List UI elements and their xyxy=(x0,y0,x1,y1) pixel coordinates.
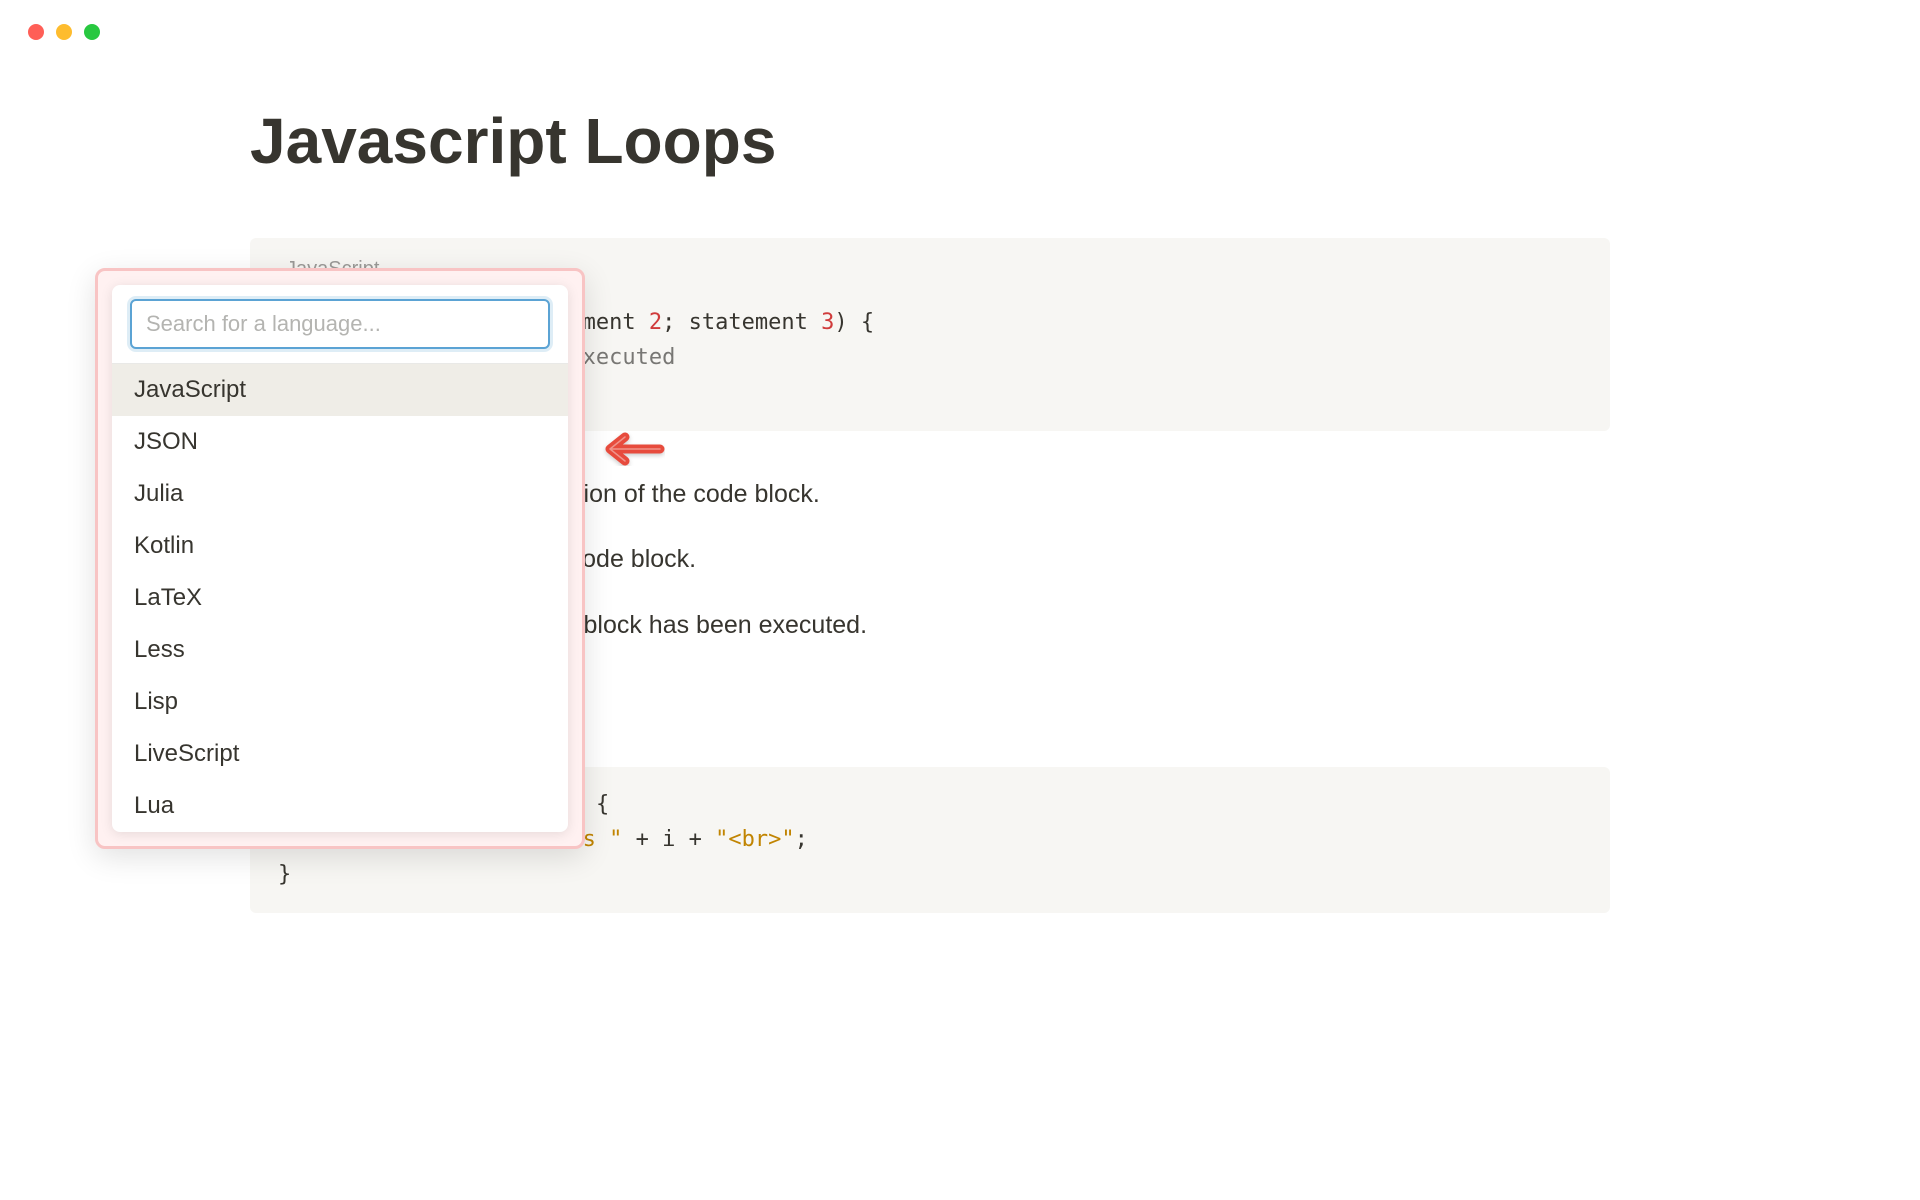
language-option-latex[interactable]: LaTeX xyxy=(112,572,568,624)
window-controls xyxy=(0,0,1920,64)
language-dropdown-inner: JavaScript JSON Julia Kotlin LaTeX Less … xyxy=(112,285,568,832)
language-option-json[interactable]: JSON xyxy=(112,416,568,468)
arrow-annotation xyxy=(590,425,665,478)
search-wrapper xyxy=(112,285,568,364)
language-option-lua[interactable]: Lua xyxy=(112,780,568,832)
language-option-kotlin[interactable]: Kotlin xyxy=(112,520,568,572)
language-option-lisp[interactable]: Lisp xyxy=(112,676,568,728)
maximize-window-button[interactable] xyxy=(84,24,100,40)
language-option-javascript[interactable]: JavaScript xyxy=(112,364,568,416)
arrow-left-icon xyxy=(590,425,665,473)
language-option-julia[interactable]: Julia xyxy=(112,468,568,520)
close-window-button[interactable] xyxy=(28,24,44,40)
language-dropdown-list: JavaScript JSON Julia Kotlin LaTeX Less … xyxy=(112,364,568,832)
language-option-livescript[interactable]: LiveScript xyxy=(112,728,568,780)
language-dropdown-panel: JavaScript JSON Julia Kotlin LaTeX Less … xyxy=(95,268,585,849)
page-title: Javascript Loops xyxy=(250,104,1720,178)
language-search-input[interactable] xyxy=(130,299,550,349)
language-option-less[interactable]: Less xyxy=(112,624,568,676)
minimize-window-button[interactable] xyxy=(56,24,72,40)
